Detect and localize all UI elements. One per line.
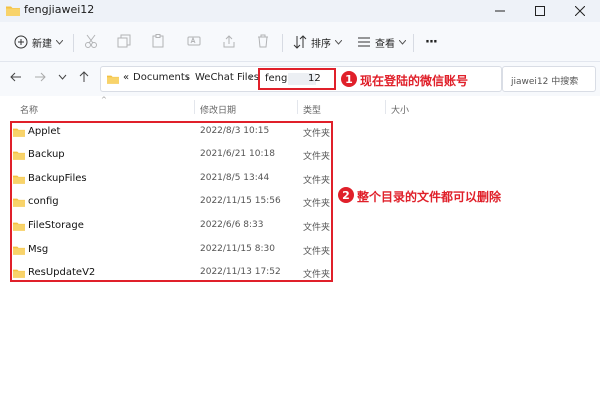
sort-up-icon: ^: [101, 96, 107, 104]
search-input[interactable]: jiawei12 中搜索: [502, 66, 596, 92]
column-divider[interactable]: [385, 100, 386, 114]
back-button[interactable]: [8, 71, 24, 87]
new-button-label: 新建: [32, 38, 52, 50]
toolbar-divider: [282, 34, 283, 52]
column-header-name[interactable]: 名称: [20, 103, 38, 116]
share-icon[interactable]: [222, 34, 236, 48]
breadcrumb-item[interactable]: Documents: [133, 72, 190, 83]
title-bar: fengjiawei12: [0, 0, 600, 22]
annotation-2-badge: 2: [338, 187, 354, 203]
recent-locations-button[interactable]: [54, 71, 70, 87]
breadcrumb-overflow[interactable]: «: [123, 72, 129, 83]
copy-icon[interactable]: [117, 34, 131, 48]
up-button[interactable]: [76, 71, 92, 87]
chevron-down-icon: [399, 39, 406, 45]
annotation-2-text: 整个目录的文件都可以删除: [357, 190, 502, 204]
sort-button-label: 排序: [311, 38, 331, 50]
minimize-button[interactable]: [480, 0, 520, 22]
minimize-icon: [495, 10, 505, 12]
new-button[interactable]: 新建: [14, 30, 63, 54]
arrow-up-icon: [79, 71, 89, 82]
toolbar-divider: [413, 34, 414, 52]
rename-icon[interactable]: [187, 34, 201, 48]
account-name-prefix: feng: [265, 73, 288, 84]
folder-icon: [6, 6, 20, 16]
maximize-button[interactable]: [520, 0, 560, 22]
folder-icon: [107, 75, 119, 84]
chevron-down-icon: [58, 74, 66, 80]
cut-icon[interactable]: [84, 34, 98, 48]
close-icon: [575, 6, 585, 16]
paste-icon[interactable]: [151, 34, 165, 48]
plus-circle-icon: [14, 35, 28, 49]
chevron-down-icon: [56, 39, 63, 45]
account-name-suffix: 12: [308, 73, 321, 84]
arrow-left-icon: [10, 72, 21, 82]
delete-icon[interactable]: [256, 34, 270, 48]
chevron-down-icon: [335, 39, 342, 45]
annotation-2-highlight-box: [10, 121, 333, 282]
forward-button[interactable]: [32, 71, 48, 87]
view-button-label: 查看: [375, 38, 395, 50]
command-bar: 新建 排序 查看 ···: [0, 22, 600, 62]
sort-icon: [293, 35, 307, 49]
toolbar-divider: [73, 34, 74, 52]
maximize-icon: [535, 6, 545, 16]
column-divider[interactable]: [194, 100, 195, 114]
current-account-folder-breadcrumb[interactable]: feng 12: [258, 68, 336, 90]
annotation-1-text: 现在登陆的微信账号: [360, 74, 469, 88]
sort-button[interactable]: 排序: [293, 30, 342, 54]
annotation-1-badge: 1: [341, 71, 357, 87]
column-header-modified[interactable]: 修改日期: [200, 103, 236, 116]
file-explorer-window: fengjiawei12 新建 排序 查看 ··· « Documents › …: [0, 0, 600, 420]
view-list-icon: [358, 37, 370, 47]
breadcrumb-separator-icon[interactable]: ›: [186, 73, 189, 82]
column-header-size[interactable]: 大小: [391, 103, 409, 116]
column-divider[interactable]: [297, 100, 298, 114]
column-header-type[interactable]: 类型: [303, 103, 321, 116]
breadcrumb-separator-icon[interactable]: ›: [249, 73, 252, 82]
window-title: fengjiawei12: [24, 3, 95, 16]
close-button[interactable]: [560, 0, 600, 22]
more-options-button[interactable]: ···: [425, 30, 438, 54]
view-button[interactable]: 查看: [357, 30, 406, 54]
arrow-right-icon: [35, 72, 46, 82]
